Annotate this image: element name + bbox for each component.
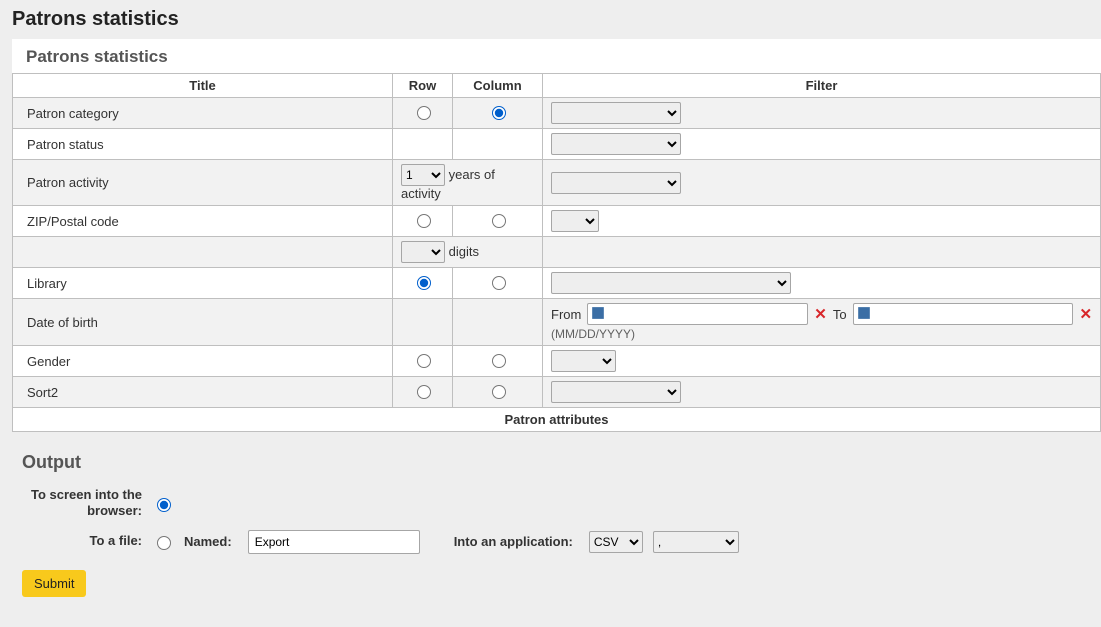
filter-library[interactable] (551, 272, 791, 294)
row-zip-digits: digits (13, 237, 1101, 268)
label-dob-from: From (551, 307, 581, 322)
title-gender: Gender (13, 346, 393, 377)
filter-zip[interactable] (551, 210, 599, 232)
select-into-app[interactable]: CSV (589, 531, 643, 553)
th-title: Title (13, 74, 393, 98)
input-dob-from[interactable] (587, 303, 808, 325)
radio-row-sort2[interactable] (417, 385, 431, 399)
clear-dob-to-icon[interactable]: ✕ (1079, 307, 1092, 322)
label-dob-to: To (833, 307, 847, 322)
radio-row-library[interactable] (417, 276, 431, 290)
radio-output-screen[interactable] (157, 498, 171, 512)
radio-output-file[interactable] (157, 536, 171, 550)
th-row: Row (393, 74, 453, 98)
th-column: Column (453, 74, 543, 98)
title-patron-status: Patron status (13, 129, 393, 160)
output-heading: Output (22, 452, 1101, 473)
row-patron-status: Patron status (13, 129, 1101, 160)
clear-dob-from-icon[interactable]: ✕ (814, 307, 827, 322)
radio-col-sort2[interactable] (492, 385, 506, 399)
row-gender: Gender (13, 346, 1101, 377)
radio-row-zip[interactable] (417, 214, 431, 228)
section-title: Patrons statistics (26, 47, 1101, 67)
row-subsection-patron-attributes: Patron attributes (13, 408, 1101, 432)
title-zip: ZIP/Postal code (13, 206, 393, 237)
radio-col-patron-category[interactable] (492, 106, 506, 120)
output-section: Output To screen into the browser: To a … (12, 444, 1101, 607)
radio-col-library[interactable] (492, 276, 506, 290)
panel-patrons-statistics: Patrons statistics Title Row Column Filt… (12, 39, 1101, 432)
out-row-screen: To screen into the browser: (22, 487, 1101, 520)
title-library: Library (13, 268, 393, 299)
select-activity-years[interactable]: 1 (401, 164, 445, 186)
radio-row-patron-category[interactable] (417, 106, 431, 120)
input-dob-to[interactable] (853, 303, 1074, 325)
row-patron-activity: Patron activity 1 years of activity (13, 160, 1101, 206)
th-filter: Filter (543, 74, 1101, 98)
label-into-app: Into an application: (454, 534, 573, 549)
radio-col-gender[interactable] (492, 354, 506, 368)
radio-col-zip[interactable] (492, 214, 506, 228)
criteria-table: Title Row Column Filter Patron category … (12, 73, 1101, 432)
radio-row-gender[interactable] (417, 354, 431, 368)
filter-sort2[interactable] (551, 381, 681, 403)
row-dob: Date of birth From ✕ To (13, 299, 1101, 346)
filter-patron-activity[interactable] (551, 172, 681, 194)
label-to-file: To a file: (22, 533, 142, 549)
subsection-patron-attributes: Patron attributes (13, 408, 1101, 432)
out-row-file: To a file: Named: Into an application: C… (22, 530, 1101, 554)
title-dob: Date of birth (13, 299, 393, 346)
label-to-screen: To screen into the browser: (22, 487, 142, 520)
row-patron-category: Patron category (13, 98, 1101, 129)
submit-button[interactable]: Submit (22, 570, 86, 597)
row-zip: ZIP/Postal code (13, 206, 1101, 237)
title-patron-activity: Patron activity (13, 160, 393, 206)
row-library: Library (13, 268, 1101, 299)
input-file-name[interactable] (248, 530, 420, 554)
filter-patron-category[interactable] (551, 102, 681, 124)
select-delimiter[interactable]: , (653, 531, 739, 553)
label-digits: digits (449, 244, 479, 259)
title-sort2: Sort2 (13, 377, 393, 408)
label-named: Named: (184, 534, 232, 549)
filter-gender[interactable] (551, 350, 616, 372)
filter-patron-status[interactable] (551, 133, 681, 155)
page-title: Patrons statistics (12, 8, 1101, 31)
select-zip-digits[interactable] (401, 241, 445, 263)
hint-dob-format: (MM/DD/YYYY) (551, 327, 1092, 341)
row-sort2: Sort2 (13, 377, 1101, 408)
title-patron-category: Patron category (13, 98, 393, 129)
